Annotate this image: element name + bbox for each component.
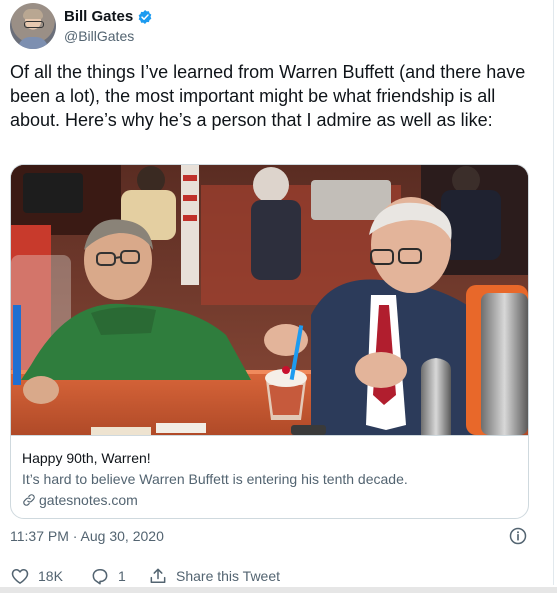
card-domain: gatesnotes.com (22, 492, 138, 508)
card-meta[interactable]: Happy 90th, Warren! It’s hard to believe… (11, 435, 528, 518)
reply-icon (92, 569, 108, 585)
card-image[interactable] (11, 165, 528, 435)
author-names: Bill Gates @BillGates (64, 8, 153, 44)
card-title: Happy 90th, Warren! (22, 450, 151, 466)
tweet-actions: 18K 1 Share this Tweet (10, 566, 280, 586)
bottom-scrollbar[interactable] (0, 587, 557, 593)
link-card[interactable]: Happy 90th, Warren! It’s hard to believe… (10, 164, 529, 519)
share-icon (150, 568, 166, 583)
like-button[interactable]: 18K (10, 566, 90, 586)
tweet-header: Bill Gates @BillGates (10, 3, 153, 49)
timeline-divider (553, 0, 554, 585)
verified-badge-icon (138, 9, 152, 24)
tweet-timestamp[interactable]: 11:37 PM · Aug 30, 2020 (10, 528, 164, 544)
avatar[interactable] (10, 3, 56, 49)
card-domain-text: gatesnotes.com (39, 492, 138, 508)
share-label: Share this Tweet (176, 568, 281, 584)
link-icon (23, 494, 35, 506)
heart-icon (11, 569, 29, 584)
reply-count: 1 (118, 568, 126, 584)
tweet-text: Of all the things I’ve learned from Warr… (10, 62, 526, 130)
author-name[interactable]: Bill Gates (64, 8, 133, 25)
card-description: It’s hard to believe Warren Buffett is e… (22, 471, 408, 487)
diner-photo (11, 165, 528, 435)
like-count: 18K (38, 568, 63, 584)
share-button[interactable]: Share this Tweet (148, 566, 280, 586)
reply-button[interactable]: 1 (90, 566, 148, 586)
info-icon[interactable] (508, 526, 528, 546)
author-handle[interactable]: @BillGates (64, 28, 153, 44)
